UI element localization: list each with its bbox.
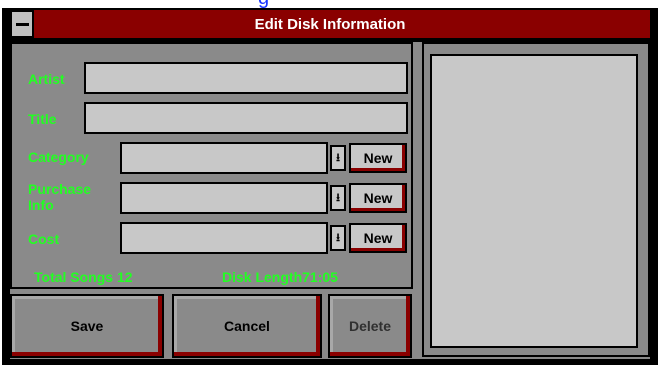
purchase-info-dropdown-arrow-icon[interactable]: ⭳ [330,185,346,211]
disk-length-value: 71:05 [302,269,338,285]
title-bar[interactable]: Edit Disk Information [10,10,650,38]
cost-label: Cost [28,231,60,247]
save-button[interactable]: Save [10,294,164,358]
cancel-button[interactable]: Cancel [172,294,322,358]
cost-dropdown-arrow-icon[interactable]: ⭳ [330,225,346,251]
total-songs-label: Total Songs [34,269,114,285]
window-title: Edit Disk Information [254,15,406,33]
dialog-client-area: Artist Title Category ⭳ New Purchase Inf… [10,42,650,359]
total-songs-value: 12 [116,269,133,285]
cost-new-button[interactable]: New [349,223,407,253]
system-menu-icon [15,22,29,26]
category-label: Category [28,149,89,165]
delete-button[interactable]: Delete [328,294,412,358]
category-dropdown-arrow-icon[interactable]: ⭳ [330,145,346,171]
system-menu-button[interactable] [10,10,34,38]
edit-disk-dialog: Edit Disk Information Artist Title Categ… [2,8,658,365]
disk-length-stat: Disk Length71:05 [222,269,338,285]
artist-label: Artist [28,71,65,87]
category-new-button[interactable]: New [349,143,407,173]
purchase-info-new-button[interactable]: New [349,183,407,213]
title-label: Title [28,111,57,127]
artist-field[interactable] [84,62,408,94]
cost-combo[interactable] [120,222,328,254]
disk-length-label: Disk Length [222,269,303,285]
title-field[interactable] [84,102,408,134]
song-list-box[interactable] [430,54,638,348]
purchase-info-combo[interactable] [120,182,328,214]
background-text-fragment: g [258,0,269,8]
total-songs-stat: Total Songs 12 [34,269,133,285]
disk-info-panel: Artist Title Category ⭳ New Purchase Inf… [10,42,413,289]
category-combo[interactable] [120,142,328,174]
purchase-info-label-line2: Info [28,197,54,213]
purchase-info-label-line1: Purchase [28,181,92,197]
song-list-panel [422,42,650,357]
